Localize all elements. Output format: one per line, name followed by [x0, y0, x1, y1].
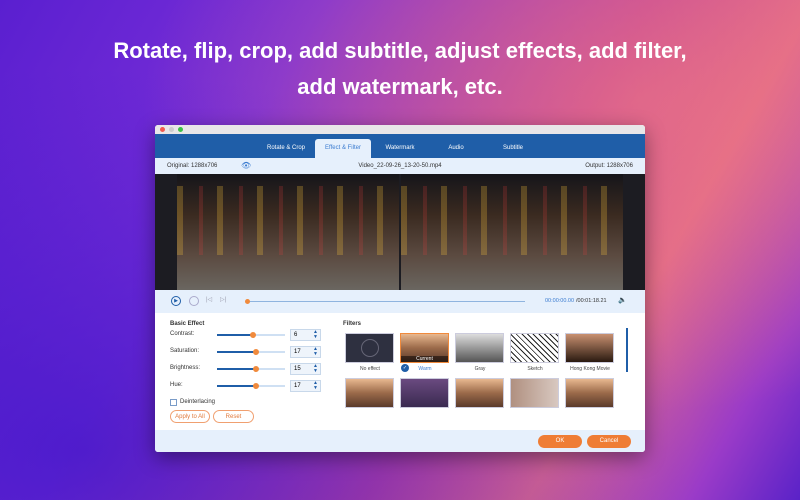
- output-preview: [401, 174, 623, 290]
- selected-check-icon: ✓: [401, 364, 409, 372]
- filter-thumbnail[interactable]: [345, 378, 394, 408]
- filter-label: Sketch: [527, 366, 543, 372]
- footer: OK Cancel: [155, 430, 645, 452]
- play-icon[interactable]: ▶: [171, 296, 181, 306]
- filter-thumbnail[interactable]: [510, 333, 559, 363]
- effect-value-stepper[interactable]: 17 ▲ ▼: [290, 346, 321, 358]
- filter-thumbnail[interactable]: [565, 333, 614, 363]
- stop-icon[interactable]: [189, 296, 199, 306]
- effect-label: Hue:: [170, 382, 183, 388]
- stepper-arrows-icon[interactable]: ▲ ▼: [313, 381, 318, 391]
- current-badge: Current: [401, 356, 448, 362]
- settings-panel: Basic Effect Contrast: 6 ▲ ▼ Saturation: 17…: [155, 313, 645, 430]
- stepper-arrows-icon[interactable]: ▲ ▼: [313, 364, 318, 374]
- current-time: 00:00:00.00: [545, 298, 575, 304]
- effect-slider[interactable]: [217, 349, 285, 355]
- filter-thumbnail[interactable]: Current: [400, 333, 449, 363]
- original-preview: [177, 174, 399, 290]
- editor-window: Rotate & Crop Effect & Filter Watermark …: [155, 125, 645, 452]
- slider-handle[interactable]: [253, 383, 260, 389]
- close-button[interactable]: [160, 127, 165, 132]
- effect-label: Brightness:: [170, 365, 201, 371]
- effect-value[interactable]: 15: [294, 366, 301, 372]
- stepper-arrows-icon[interactable]: ▲ ▼: [313, 347, 318, 357]
- reset-button[interactable]: Reset: [213, 410, 254, 423]
- tab-rotate-crop[interactable]: Rotate & Crop: [258, 139, 314, 158]
- filters-title: Filters: [343, 321, 362, 327]
- filter-thumbnail[interactable]: [455, 378, 504, 408]
- effect-label: Saturation:: [170, 348, 200, 354]
- filter-label: Gray: [474, 366, 486, 372]
- slider-handle[interactable]: [253, 349, 260, 355]
- filter-thumbnail[interactable]: [345, 333, 394, 363]
- previous-frame-icon[interactable]: |◁: [206, 296, 212, 303]
- no-effect-icon: [361, 339, 379, 357]
- headline-line-2: add watermark, etc.: [297, 74, 503, 99]
- filter-thumbnail[interactable]: [565, 378, 614, 408]
- filter-thumbnail[interactable]: [455, 333, 504, 363]
- volume-icon[interactable]: 🔈: [618, 296, 627, 304]
- filters-scrollbar[interactable]: [626, 328, 628, 372]
- output-size: Output: 1288x706: [585, 163, 633, 169]
- basic-effect-title: Basic Effect: [170, 321, 205, 327]
- next-frame-icon[interactable]: ▷|: [220, 296, 226, 303]
- file-name: Video_22-09-26_13-20-50.mp4: [358, 163, 442, 169]
- effect-value-stepper[interactable]: 15 ▲ ▼: [290, 363, 321, 375]
- slider-handle[interactable]: [252, 366, 259, 372]
- effect-label: Contrast:: [170, 331, 195, 337]
- effect-slider[interactable]: [217, 366, 285, 372]
- stepper-arrows-icon[interactable]: ▲ ▼: [313, 330, 318, 340]
- tab-watermark[interactable]: Watermark: [372, 139, 428, 158]
- effect-value-stepper[interactable]: 6 ▲ ▼: [290, 329, 321, 341]
- deinterlacing-checkbox[interactable]: [170, 399, 177, 406]
- filter-label: Hong Kong Movie: [570, 366, 610, 372]
- headline-line-1: Rotate, flip, crop, add subtitle, adjust…: [113, 38, 687, 63]
- timeline-slider[interactable]: [245, 299, 525, 304]
- timeline-handle[interactable]: [245, 299, 250, 304]
- deinterlacing-label: Deinterlacing: [180, 399, 216, 405]
- filter-thumbnail[interactable]: [510, 378, 559, 408]
- minimize-button[interactable]: [169, 127, 174, 132]
- effect-slider[interactable]: [217, 332, 285, 338]
- filter-label: No effect: [360, 366, 380, 372]
- effect-value[interactable]: 6: [294, 332, 297, 338]
- total-time: /00:01:18.21: [576, 298, 607, 304]
- effect-slider[interactable]: [217, 383, 285, 389]
- title-bar: [155, 125, 645, 134]
- tab-audio[interactable]: Audio: [428, 139, 484, 158]
- effect-value[interactable]: 17: [294, 349, 301, 355]
- tab-subtitle[interactable]: Subtitle: [485, 139, 541, 158]
- apply-to-all-button[interactable]: Apply to All: [170, 410, 210, 423]
- player-controls: ▶ |◁ ▷| 00:00:00.00 /00:01:18.21 🔈: [155, 290, 645, 313]
- video-preview: [155, 174, 645, 290]
- cancel-button[interactable]: Cancel: [587, 435, 631, 448]
- info-bar: Original: 1288x706 👁 Video_22-09-26_13-2…: [155, 158, 645, 174]
- slider-handle[interactable]: [250, 332, 257, 338]
- ok-button[interactable]: OK: [538, 435, 582, 448]
- effect-value-stepper[interactable]: 17 ▲ ▼: [290, 380, 321, 392]
- tab-bar: Rotate & Crop Effect & Filter Watermark …: [155, 134, 645, 158]
- tab-effect-filter[interactable]: Effect & Filter: [315, 139, 371, 158]
- effect-value[interactable]: 17: [294, 383, 301, 389]
- filter-thumbnail[interactable]: [400, 378, 449, 408]
- zoom-button[interactable]: [178, 127, 183, 132]
